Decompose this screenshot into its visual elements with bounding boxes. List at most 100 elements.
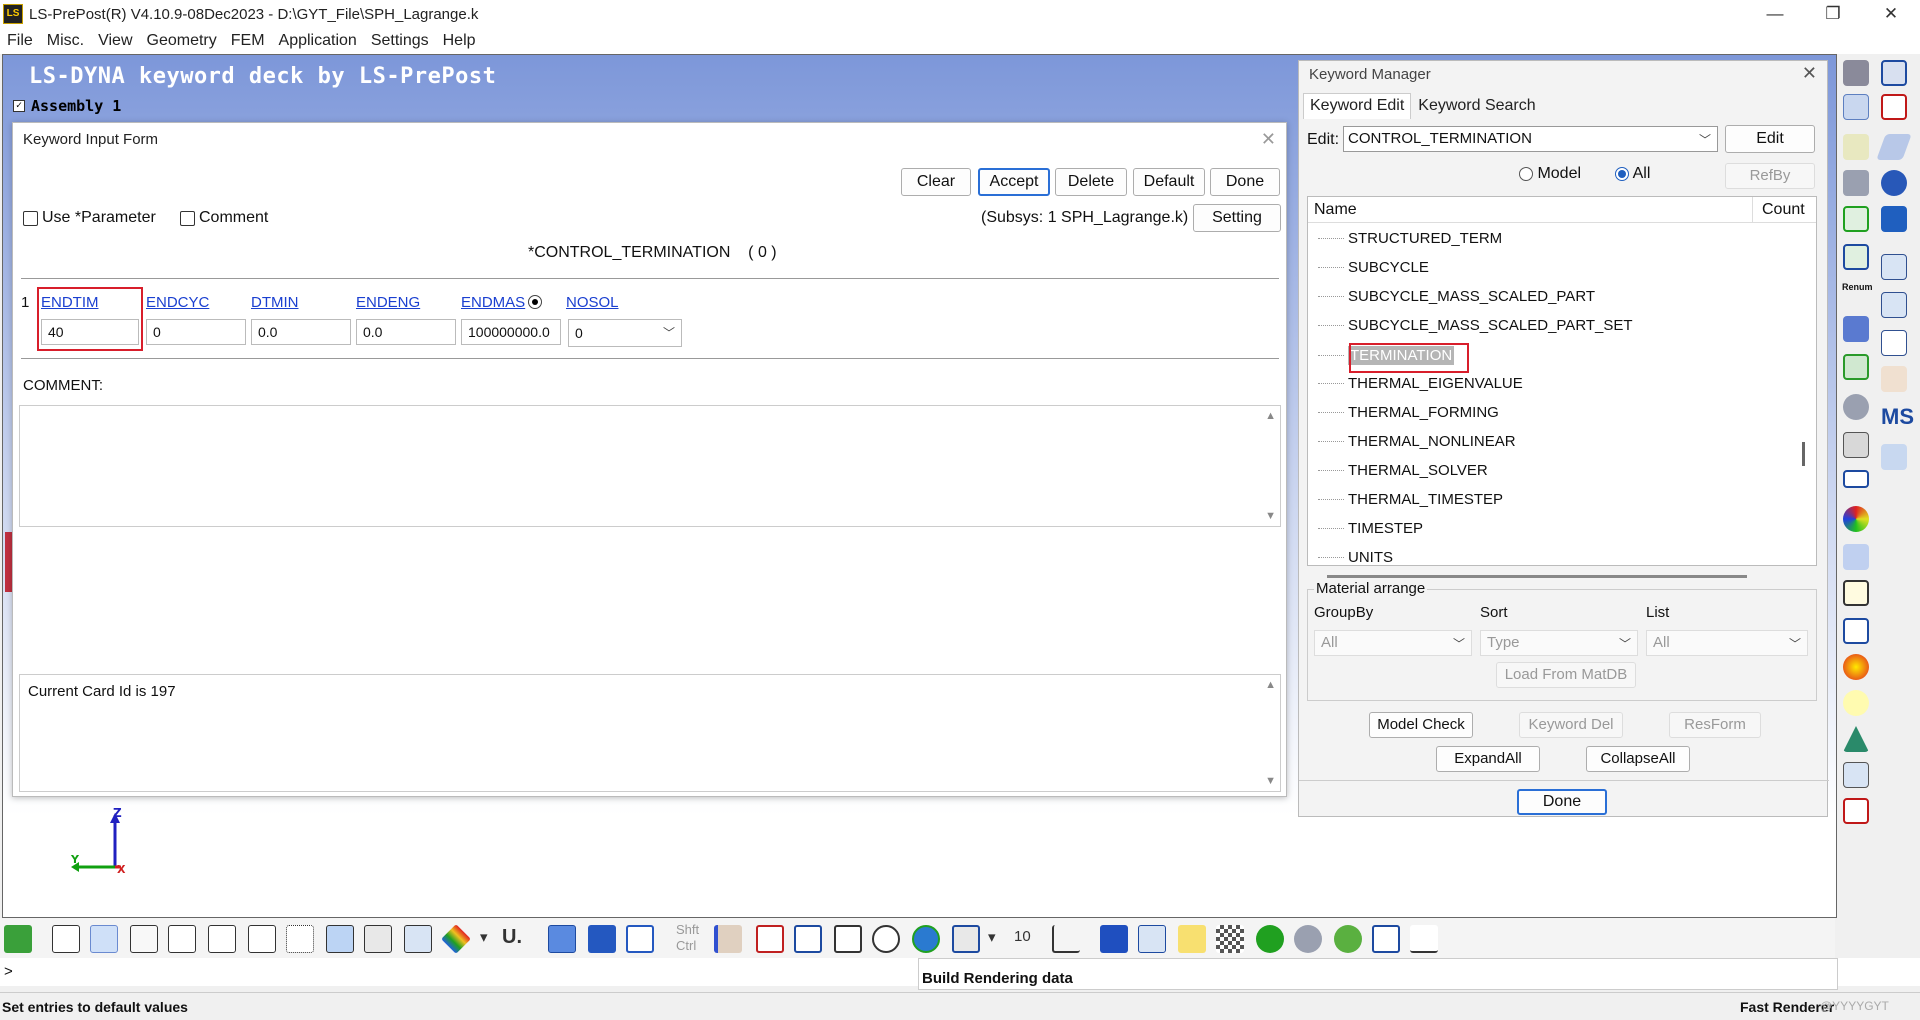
solid-blue-cube-icon[interactable] <box>1100 925 1128 953</box>
edit-table-icon[interactable] <box>1881 366 1907 392</box>
edit-keyword-select[interactable]: CONTROL_TERMINATION ﹀ <box>1343 126 1718 152</box>
tree-item[interactable]: THERMAL_SOLVER <box>1318 462 1488 479</box>
gear-icon[interactable] <box>1294 925 1322 953</box>
comment-checkbox[interactable] <box>180 210 195 226</box>
solid-cube-icon[interactable] <box>588 925 616 953</box>
green-gear-icon[interactable] <box>1334 925 1362 953</box>
radio-all[interactable] <box>1615 166 1630 181</box>
radio-all-option[interactable]: All <box>1615 165 1650 183</box>
field-label-endeng[interactable]: ENDENG <box>356 294 420 311</box>
sort-select[interactable]: Type ﹀ <box>1480 630 1638 656</box>
comment-textarea[interactable]: ▲ ▼ <box>19 405 1281 527</box>
chevron-down-icon[interactable]: ▾ <box>480 928 488 946</box>
radio-model-option[interactable]: Model <box>1519 165 1581 183</box>
mesh-shaded-icon[interactable] <box>326 925 354 953</box>
setting-button[interactable]: Setting <box>1193 204 1281 232</box>
scroll-down-icon[interactable]: ▼ <box>1265 775 1276 787</box>
part-manager-icon[interactable] <box>1843 94 1869 120</box>
plot-icon[interactable] <box>1372 925 1400 953</box>
gears-icon[interactable] <box>1843 394 1869 420</box>
sphere-icon[interactable] <box>1881 170 1907 196</box>
endcyc-input[interactable]: 0 <box>146 319 246 345</box>
zoom-fit-icon[interactable] <box>834 925 862 953</box>
node-grid-icon[interactable] <box>1881 330 1907 356</box>
default-button[interactable]: Default <box>1133 168 1205 196</box>
color-wheel-icon[interactable] <box>1843 506 1869 532</box>
mesh-cube-icon[interactable] <box>168 925 196 953</box>
zoom-box-icon[interactable] <box>794 925 822 953</box>
field-label-endmas[interactable]: ENDMAS <box>461 294 525 311</box>
menu-geometry[interactable]: Geometry <box>140 32 224 50</box>
hidden-cube-icon[interactable] <box>130 925 158 953</box>
mesh-icon[interactable] <box>1881 254 1907 280</box>
tree-item[interactable]: THERMAL_FORMING <box>1318 404 1499 421</box>
expand-all-button[interactable]: ExpandAll <box>1436 746 1540 772</box>
grid-cube-icon[interactable] <box>364 925 392 953</box>
accept-button[interactable]: Accept <box>978 168 1050 196</box>
assembly-checkbox[interactable]: ✓ <box>13 100 25 112</box>
dtmin-input[interactable]: 0.0 <box>251 319 351 345</box>
tree-item[interactable]: SUBCYCLE_MASS_SCALED_PART_SET <box>1318 317 1633 334</box>
cube-icon[interactable] <box>1881 206 1907 232</box>
disk-icon[interactable] <box>1843 432 1869 458</box>
lightning-icon[interactable] <box>1178 925 1206 953</box>
keyword-del-button[interactable]: Keyword Del <box>1519 712 1623 738</box>
plane-icon[interactable] <box>1876 134 1912 160</box>
menu-application[interactable]: Application <box>272 32 364 50</box>
checker-icon[interactable] <box>1216 925 1244 953</box>
map-icon[interactable] <box>4 925 32 953</box>
close-window-button[interactable]: ✕ <box>1862 0 1920 28</box>
endmas-radio[interactable] <box>528 295 542 309</box>
edge-cube-icon[interactable] <box>208 925 236 953</box>
home-icon[interactable] <box>1138 925 1166 953</box>
collapse-all-button[interactable]: CollapseAll <box>1586 746 1690 772</box>
check-list-icon[interactable] <box>1843 206 1869 232</box>
check-table-icon[interactable] <box>1843 354 1869 380</box>
comment-option[interactable]: Comment <box>180 209 268 227</box>
menu-fem[interactable]: FEM <box>224 32 272 50</box>
tree-item[interactable]: STRUCTURED_TERM <box>1318 230 1502 247</box>
endmas-input[interactable]: 100000000.0 <box>461 319 561 345</box>
minimize-button[interactable]: — <box>1746 0 1804 28</box>
blue-cube-icon[interactable] <box>548 925 576 953</box>
axis-icon[interactable] <box>1052 925 1080 953</box>
page-icon[interactable] <box>1881 60 1907 86</box>
tab-keyword-edit[interactable]: Keyword Edit <box>1303 93 1412 119</box>
move-part-icon[interactable] <box>1843 544 1869 570</box>
tree-header-name[interactable]: Name <box>1314 201 1357 219</box>
globe-icon[interactable] <box>912 925 940 953</box>
tree-item[interactable]: SUBCYCLE_MASS_SCALED_PART <box>1318 288 1595 305</box>
clear-button[interactable]: Clear <box>901 168 971 196</box>
dot-cube-icon[interactable] <box>286 925 314 953</box>
menu-file[interactable]: File <box>0 32 40 50</box>
window-icon[interactable] <box>1843 470 1869 488</box>
explosion-icon[interactable] <box>1843 654 1869 680</box>
curve-icon[interactable] <box>1881 94 1907 120</box>
ms-icon[interactable]: MS <box>1881 404 1914 430</box>
use-parameter-option[interactable]: Use *Parameter <box>23 209 156 227</box>
field-label-dtmin[interactable]: DTMIN <box>251 294 299 311</box>
shaded-cube-icon[interactable] <box>90 925 118 953</box>
load-matdb-button[interactable]: Load From MatDB <box>1496 662 1636 688</box>
menu-settings[interactable]: Settings <box>364 32 436 50</box>
tree-item[interactable]: THERMAL_NONLINEAR <box>1318 433 1516 450</box>
list-select[interactable]: All ﹀ <box>1646 630 1808 656</box>
delete-button[interactable]: Delete <box>1055 168 1127 196</box>
restore-button[interactable]: ❐ <box>1804 0 1862 28</box>
hierarchy-icon[interactable] <box>1410 925 1438 953</box>
vertical-scrollbar[interactable] <box>1802 442 1805 466</box>
fringe-icon[interactable] <box>441 924 471 954</box>
play-icon[interactable] <box>1256 925 1284 953</box>
menu-misc[interactable]: Misc. <box>40 32 91 50</box>
add-icon[interactable] <box>756 925 784 953</box>
lightbulb-list-icon[interactable] <box>1843 134 1869 160</box>
chevron-down-icon[interactable]: ▾ <box>988 928 996 946</box>
model-check-button[interactable]: Model Check <box>1369 712 1473 738</box>
scroll-down-icon[interactable]: ▼ <box>1265 510 1276 522</box>
rotate-icon[interactable] <box>872 925 900 953</box>
eraser-icon[interactable] <box>714 925 742 953</box>
field-label-endcyc[interactable]: ENDCYC <box>146 294 209 311</box>
refby-button[interactable]: RefBy <box>1725 163 1815 189</box>
tree-item[interactable]: SUBCYCLE <box>1318 259 1429 276</box>
lightbulb-icon[interactable] <box>1843 690 1869 716</box>
